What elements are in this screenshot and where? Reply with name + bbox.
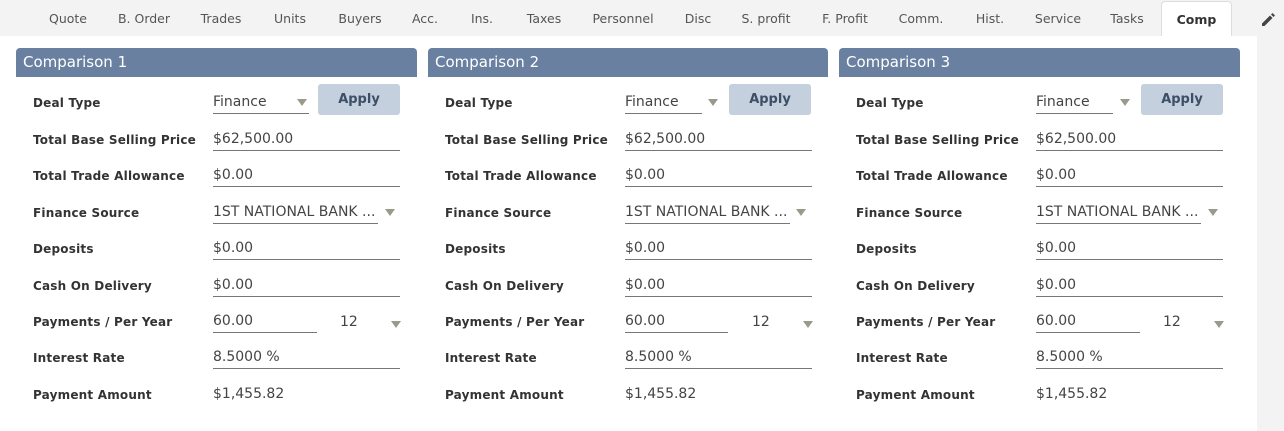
chevron-down-icon[interactable]	[385, 209, 395, 216]
interest-rate-input[interactable]: 8.5000 %	[213, 347, 400, 369]
deal-type-select[interactable]: Finance	[625, 92, 702, 114]
tab-comm[interactable]: Comm.	[890, 0, 952, 37]
per-year-select[interactable]: 12	[340, 314, 358, 330]
pencil-icon[interactable]	[1259, 10, 1277, 28]
chevron-down-icon[interactable]	[1208, 209, 1218, 216]
deposits-input[interactable]: $0.00	[213, 238, 400, 260]
tab-hist[interactable]: Hist.	[966, 0, 1014, 37]
apply-button[interactable]: Apply	[729, 84, 811, 115]
total-base-selling-price-label: Total Base Selling Price	[33, 133, 196, 147]
tab-s-profit[interactable]: S. profit	[734, 0, 798, 37]
payment-amount-label: Payment Amount	[856, 388, 975, 402]
total-trade-allowance-input[interactable]: $0.00	[625, 165, 812, 187]
cash-on-delivery-label: Cash On Delivery	[856, 279, 975, 293]
comparison-title: Comparison 3	[839, 48, 1240, 77]
chevron-down-icon[interactable]	[803, 321, 813, 328]
chevron-down-icon[interactable]	[796, 209, 806, 216]
tab-units[interactable]: Units	[262, 0, 318, 37]
tab-personnel[interactable]: Personnel	[584, 0, 662, 37]
payments-input[interactable]: 60.00	[1036, 311, 1140, 333]
chevron-down-icon[interactable]	[297, 99, 307, 106]
tab-ins[interactable]: Ins.	[460, 0, 504, 37]
deal-type-label: Deal Type	[445, 96, 513, 110]
interest-rate-label: Interest Rate	[856, 351, 948, 365]
payments-input[interactable]: 60.00	[213, 311, 317, 333]
total-base-selling-price-label: Total Base Selling Price	[856, 133, 1019, 147]
tab-tasks[interactable]: Tasks	[1102, 0, 1152, 37]
total-trade-allowance-label: Total Trade Allowance	[856, 169, 1008, 183]
cash-on-delivery-input[interactable]: $0.00	[213, 275, 400, 297]
payment-amount-value: $1,455.82	[625, 386, 697, 402]
chevron-down-icon[interactable]	[391, 321, 401, 328]
deal-type-label: Deal Type	[856, 96, 924, 110]
deposits-input[interactable]: $0.00	[625, 238, 812, 260]
payment-amount-value: $1,455.82	[1036, 386, 1108, 402]
deal-type-select[interactable]: Finance	[213, 92, 309, 114]
total-base-selling-price-input[interactable]: $62,500.00	[1036, 129, 1223, 151]
total-trade-allowance-input[interactable]: $0.00	[1036, 165, 1223, 187]
payments-per-year-label: Payments / Per Year	[33, 315, 173, 329]
chevron-down-icon[interactable]	[1120, 99, 1130, 106]
tab-bar: Quote B. Order Trades Units Buyers Acc. …	[0, 0, 1284, 37]
interest-rate-input[interactable]: 8.5000 %	[1036, 347, 1223, 369]
tab-quote[interactable]: Quote	[36, 0, 100, 37]
per-year-select[interactable]: 12	[1163, 314, 1181, 330]
finance-source-label: Finance Source	[445, 206, 552, 220]
cash-on-delivery-input[interactable]: $0.00	[625, 275, 812, 297]
payment-amount-label: Payment Amount	[445, 388, 564, 402]
interest-rate-label: Interest Rate	[445, 351, 537, 365]
interest-rate-input[interactable]: 8.5000 %	[625, 347, 812, 369]
deposits-label: Deposits	[33, 242, 94, 256]
cash-on-delivery-label: Cash On Delivery	[445, 279, 564, 293]
tab-b-order[interactable]: B. Order	[108, 0, 180, 37]
payments-input[interactable]: 60.00	[625, 311, 728, 333]
deposits-input[interactable]: $0.00	[1036, 238, 1223, 260]
total-trade-allowance-input[interactable]: $0.00	[213, 165, 400, 187]
finance-source-label: Finance Source	[33, 206, 140, 220]
payment-amount-label: Payment Amount	[33, 388, 152, 402]
payment-amount-value: $1,455.82	[213, 386, 285, 402]
cash-on-delivery-label: Cash On Delivery	[33, 279, 152, 293]
tab-f-profit[interactable]: F. Profit	[812, 0, 878, 37]
total-trade-allowance-label: Total Trade Allowance	[445, 169, 597, 183]
finance-source-label: Finance Source	[856, 206, 963, 220]
finance-source-select[interactable]: 1ST NATIONAL BANK ...	[625, 202, 790, 224]
total-trade-allowance-label: Total Trade Allowance	[33, 169, 185, 183]
tab-taxes[interactable]: Taxes	[516, 0, 572, 37]
apply-button[interactable]: Apply	[1141, 84, 1223, 115]
comparison-title: Comparison 1	[16, 48, 417, 77]
tab-comp[interactable]: Comp	[1161, 1, 1232, 37]
interest-rate-label: Interest Rate	[33, 351, 125, 365]
chevron-down-icon[interactable]	[708, 99, 718, 106]
deposits-label: Deposits	[856, 242, 917, 256]
payments-per-year-label: Payments / Per Year	[445, 315, 585, 329]
tab-trades[interactable]: Trades	[190, 0, 252, 37]
deal-type-select[interactable]: Finance	[1036, 92, 1113, 114]
total-base-selling-price-input[interactable]: $62,500.00	[625, 129, 812, 151]
cash-on-delivery-input[interactable]: $0.00	[1036, 275, 1223, 297]
tab-disc[interactable]: Disc	[674, 0, 722, 37]
tab-service[interactable]: Service	[1026, 0, 1090, 37]
finance-source-select[interactable]: 1ST NATIONAL BANK ...	[1036, 202, 1201, 224]
deposits-label: Deposits	[445, 242, 506, 256]
total-base-selling-price-label: Total Base Selling Price	[445, 133, 608, 147]
finance-source-select[interactable]: 1ST NATIONAL BANK ...	[213, 202, 378, 224]
total-base-selling-price-input[interactable]: $62,500.00	[213, 129, 400, 151]
apply-button[interactable]: Apply	[318, 84, 400, 115]
tab-acc[interactable]: Acc.	[402, 0, 448, 37]
payments-per-year-label: Payments / Per Year	[856, 315, 996, 329]
tab-buyers[interactable]: Buyers	[328, 0, 392, 37]
deal-type-label: Deal Type	[33, 96, 101, 110]
comparison-title: Comparison 2	[428, 48, 828, 77]
chevron-down-icon[interactable]	[1214, 321, 1224, 328]
per-year-select[interactable]: 12	[752, 314, 770, 330]
